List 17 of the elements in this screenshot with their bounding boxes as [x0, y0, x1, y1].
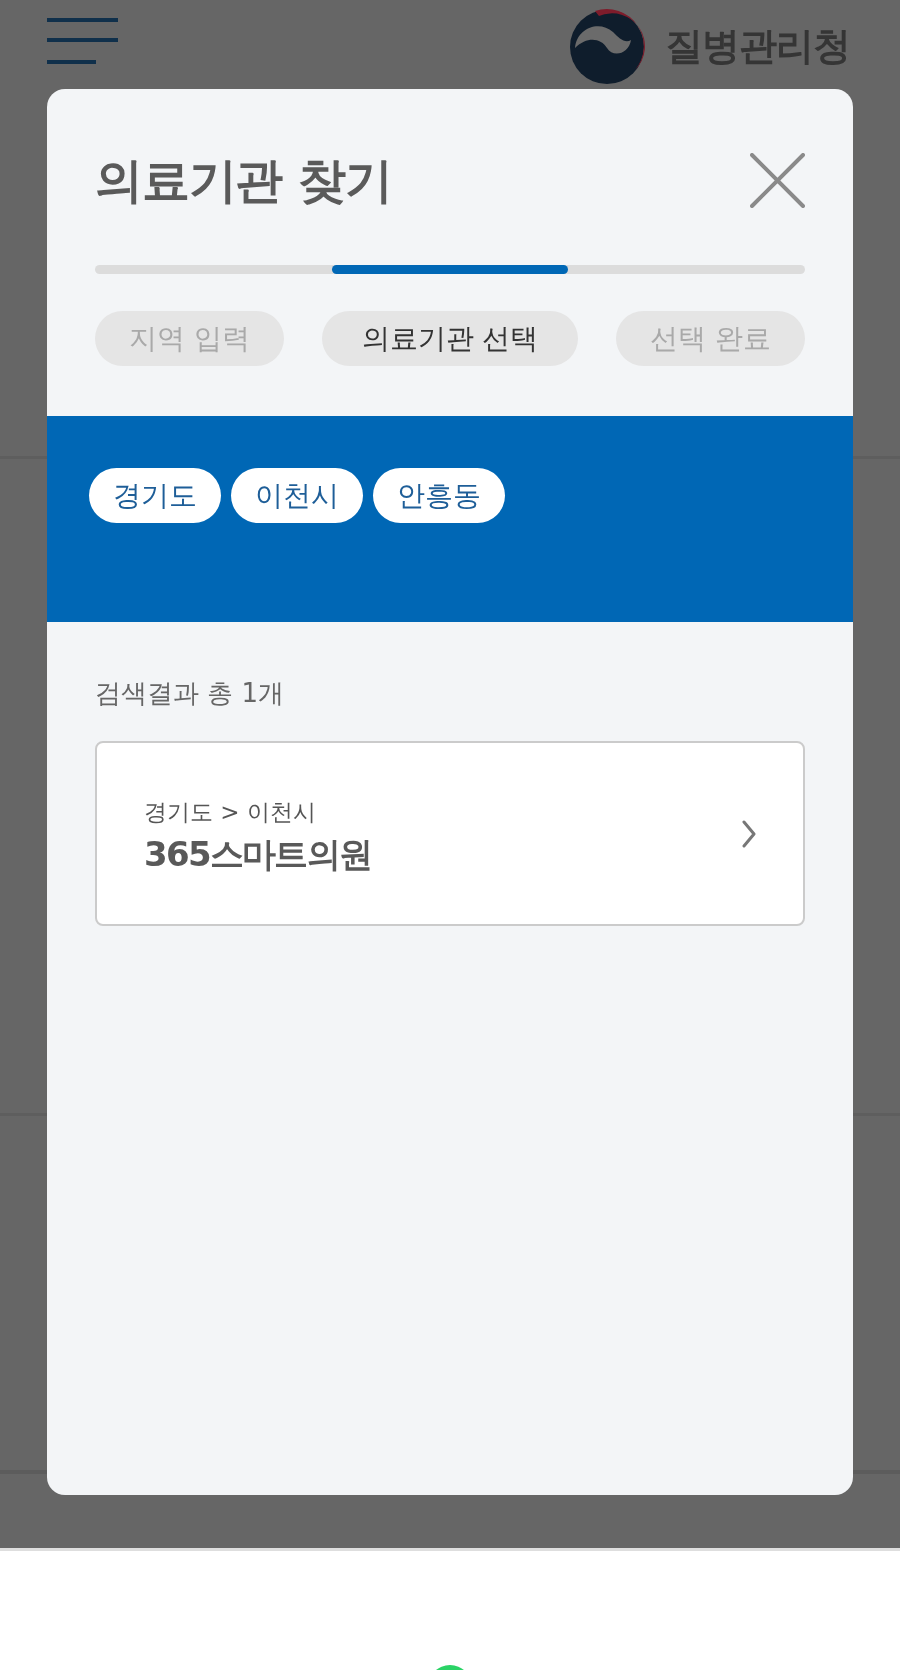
- result-path: 경기도 > 이천시: [144, 797, 317, 826]
- close-icon: [750, 152, 805, 208]
- step-indicator: 지역 입력: [95, 311, 284, 366]
- close-button[interactable]: [750, 152, 805, 208]
- chevron-right-icon: [742, 819, 756, 848]
- step-indicator: 의료기관 선택: [321, 311, 579, 366]
- region-chip: 안흥동: [373, 468, 505, 523]
- modal-title: 의료기관 찾기: [95, 151, 392, 209]
- emblem-icon: [568, 8, 647, 84]
- region-chip: 경기도: [89, 468, 221, 523]
- menu-button[interactable]: [47, 18, 118, 64]
- result-name: 365스마트의원: [144, 833, 372, 874]
- region-chip: 이천시: [231, 468, 363, 523]
- menu-icon: [47, 18, 118, 64]
- result-card[interactable]: 경기도 > 이천시 365스마트의원: [95, 741, 805, 926]
- step-indicator: 선택 완료: [616, 311, 805, 366]
- result-count: 검색결과 총 1개: [95, 677, 286, 710]
